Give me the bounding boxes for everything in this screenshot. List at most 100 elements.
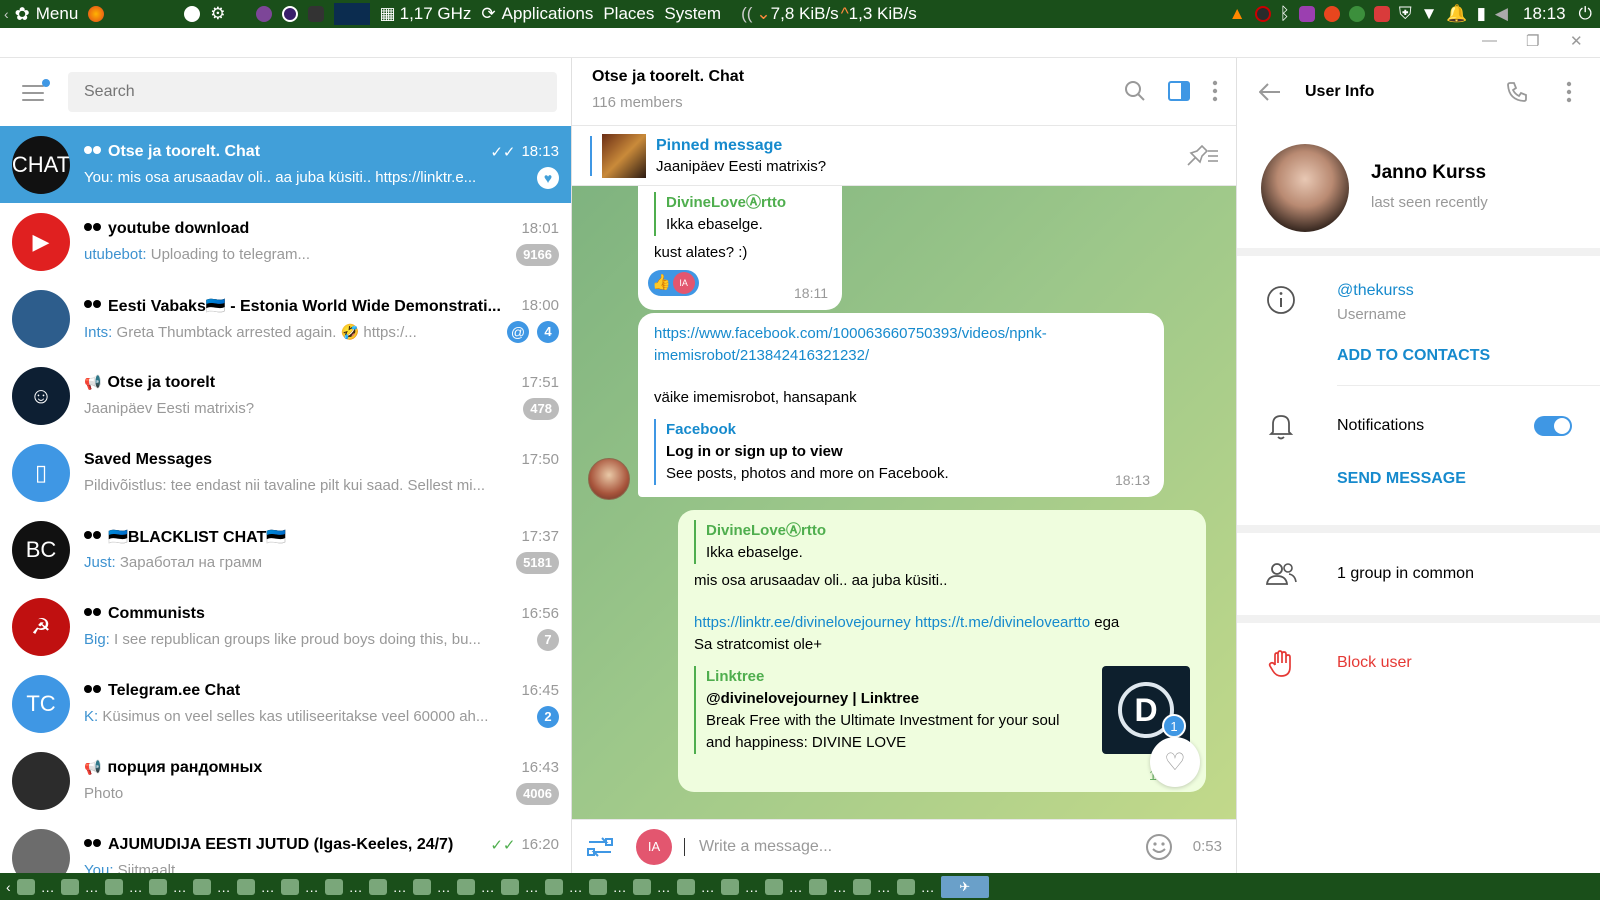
search-input[interactable] (68, 72, 557, 112)
reaction-chip[interactable]: 👍 IA (648, 270, 699, 296)
send-message-button[interactable]: SEND MESSAGE (1337, 470, 1600, 488)
taskbar-app-icon[interactable] (588, 878, 607, 895)
pinned-message-bar[interactable]: Pinned message Jaanipäev Eesti matrixis? (572, 126, 1236, 186)
battery-icon[interactable]: ▮ (1477, 4, 1486, 24)
cpu-gauge-icon[interactable] (1254, 6, 1271, 22)
launcher-1[interactable] (184, 6, 201, 22)
taskbar-app-icon[interactable] (896, 878, 915, 895)
chat-list-item[interactable]: AJUMUDIJA EESTI JUTUD (Igas-Keeles, 24/7… (0, 819, 571, 873)
taskbar-app-icon[interactable] (148, 878, 167, 895)
add-to-contacts-button[interactable]: ADD TO CONTACTS (1337, 347, 1600, 365)
message-input[interactable]: Write a message... (684, 837, 1145, 856)
chat-list-item[interactable]: TC Telegram.ee Chat 16:45 K: Küsimus on vee… (0, 665, 571, 742)
emoji-icon[interactable] (1145, 833, 1173, 861)
hamburger-menu-icon[interactable] (20, 79, 50, 103)
bell-icon[interactable]: 🔔 (1446, 4, 1467, 24)
notifications-toggle[interactable] (1534, 416, 1572, 436)
reply-quote[interactable]: DivineLoveⒶrtto Ikka ebaselge. (694, 520, 1190, 564)
more-vertical-icon[interactable] (1212, 80, 1218, 102)
power-icon[interactable]: ⏻ (1579, 4, 1592, 24)
audio-icon[interactable] (1298, 6, 1315, 22)
notifications-row[interactable]: Notifications (1237, 408, 1600, 444)
taskbar-app-icon[interactable] (720, 878, 739, 895)
taskbar-app-icon[interactable] (500, 878, 519, 895)
message-bubble[interactable]: DivineLoveⒶrtto Ikka ebaselge. kust alat… (638, 186, 842, 310)
taskbar-app-icon[interactable] (544, 878, 563, 895)
taskbar-app-icon[interactable] (632, 878, 651, 895)
taskbar-app-icon[interactable] (412, 878, 431, 895)
reply-quote[interactable]: DivineLoveⒶrtto Ikka ebaselge. (654, 192, 826, 236)
clock[interactable]: 18:13 (1523, 4, 1566, 24)
applications-menu[interactable]: ⟳ Applications (481, 4, 593, 24)
terminal-launcher[interactable] (307, 6, 324, 22)
chat-list-item[interactable]: ▯ Saved Messages 17:50 Pildivõistlus: tee … (0, 434, 571, 511)
sender-avatar[interactable] (588, 458, 630, 500)
message-bubble-outgoing[interactable]: DivineLoveⒶrtto Ikka ebaselge. mis osa a… (678, 510, 1206, 792)
taskbar-app-icon[interactable] (852, 878, 871, 895)
taskbar-scroll-left-icon[interactable]: ‹ (6, 879, 11, 895)
notifier-icon[interactable] (1323, 6, 1340, 22)
more-vertical-icon[interactable] (1566, 81, 1572, 103)
chat-list-item[interactable]: BC 🇪🇪BLACKLIST CHAT🇪🇪 17:37 Just: Заработал… (0, 511, 571, 588)
maximize-icon[interactable]: ❐ (1526, 32, 1539, 50)
taskbar-telegram-active[interactable]: ✈ (940, 875, 989, 898)
minimize-icon[interactable]: — (1482, 32, 1497, 49)
username-row[interactable]: @thekurss Username (1237, 282, 1600, 323)
groups-in-common-row[interactable]: 1 group in common (1237, 556, 1500, 592)
chat-list-item[interactable]: ☺ 📢 Otse ja toorelt 17:51 Jaanipäev Eesti m… (0, 357, 571, 434)
attach-shuffle-icon[interactable] (586, 834, 614, 860)
camera-icon[interactable] (1373, 6, 1390, 22)
launcher-4[interactable] (281, 6, 298, 22)
system-menu[interactable]: System (664, 4, 721, 24)
chat-list-item[interactable]: Eesti Vabaks🇪🇪 - Estonia World Wide Demo… (0, 280, 571, 357)
chat-list-item[interactable]: ☭ Communists 16:56 Big: I see republican gr… (0, 588, 571, 665)
notifications-label: Notifications (1337, 417, 1425, 434)
search-icon[interactable] (1124, 80, 1146, 102)
message-feed[interactable]: DivineLoveⒶrtto Ikka ebaselge. kust alat… (572, 186, 1236, 819)
block-user-row[interactable]: Block user (1237, 645, 1600, 681)
bluetooth-icon[interactable]: ᛒ (1280, 4, 1290, 24)
chat-list-item[interactable]: ▶ youtube download 18:01 utubebot: Uploadin… (0, 203, 571, 280)
conversation-header[interactable]: Otse ja toorelt. Chat 116 members (572, 58, 1236, 126)
places-menu[interactable]: Places (603, 4, 654, 24)
taskbar-app-icon[interactable] (60, 878, 79, 895)
taskbar-app-icon[interactable] (236, 878, 255, 895)
username-value[interactable]: @thekurss (1337, 282, 1414, 300)
taskbar-app-icon[interactable] (16, 878, 35, 895)
chat-list-item[interactable]: CHAT Otse ja toorelt. Chat ✓✓ 18:13 You: mis… (0, 126, 571, 203)
launcher-2[interactable]: ⚙ (210, 4, 225, 24)
taskbar-app-icon[interactable] (764, 878, 783, 895)
link-preview[interactable]: Linktree @divinelovejourney | Linktree B… (694, 666, 1190, 754)
launcher-3[interactable] (255, 6, 272, 22)
globe-icon[interactable] (1348, 6, 1365, 22)
profile-avatar[interactable] (1261, 144, 1349, 232)
firefox-launcher[interactable] (88, 6, 105, 22)
taskbar-app-icon[interactable] (104, 878, 123, 895)
unpin-icon[interactable] (1186, 145, 1220, 167)
message-link-1[interactable]: https://linktr.ee/divinelovejourney (694, 614, 911, 631)
react-button[interactable]: ♡ (1150, 737, 1200, 787)
taskbar-app-icon[interactable] (456, 878, 475, 895)
taskbar-app-icon[interactable] (676, 878, 695, 895)
wifi-icon[interactable]: ▼ (1421, 4, 1438, 24)
shield-icon[interactable]: ⛨ (1399, 4, 1412, 24)
vlc-icon[interactable]: ▲ (1229, 4, 1246, 24)
close-icon[interactable]: ✕ (1570, 32, 1583, 50)
back-arrow-icon[interactable] (1259, 83, 1281, 101)
menu-button[interactable]: ‹ ✿ Menu (4, 4, 78, 25)
volume-icon[interactable]: ◀ (1495, 4, 1508, 24)
message-link-2[interactable]: https://t.me/divineloveartto (915, 614, 1090, 631)
send-as-avatar[interactable]: IA (636, 828, 672, 865)
taskbar-app-icon[interactable] (808, 878, 827, 895)
link-preview[interactable]: Facebook Log in or sign up to view See p… (654, 419, 1148, 485)
chat-avatar-text: ▯ (34, 459, 48, 485)
sidebar-toggle-icon[interactable] (1168, 81, 1190, 101)
phone-icon[interactable] (1506, 81, 1528, 103)
taskbar-app-icon[interactable] (324, 878, 343, 895)
chat-list-item[interactable]: 📢 порция рандомных 16:43 Photo 4006 (0, 742, 571, 819)
taskbar-app-icon[interactable] (192, 878, 211, 895)
taskbar-app-icon[interactable] (280, 878, 299, 895)
taskbar-app-icon[interactable] (368, 878, 387, 895)
message-link[interactable]: https://www.facebook.com/100063660750393… (654, 323, 1148, 367)
message-bubble[interactable]: https://www.facebook.com/100063660750393… (638, 313, 1164, 497)
